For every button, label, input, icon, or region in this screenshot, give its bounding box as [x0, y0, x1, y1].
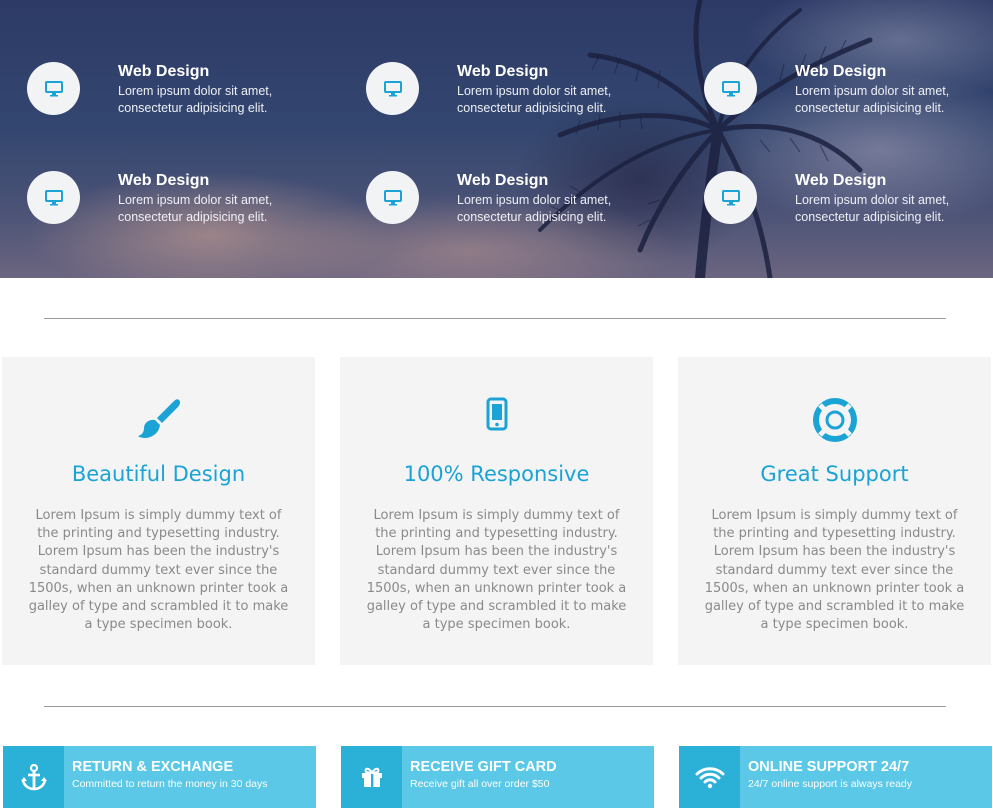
promo-title: RECEIVE GIFT CARD — [410, 759, 557, 775]
feature-icon-circle — [366, 171, 419, 224]
feature-icon-circle — [704, 171, 757, 224]
feature-description: Lorem ipsum dolor sit amet, consectetur … — [457, 193, 612, 224]
feature-icon-circle — [366, 62, 419, 115]
card-beautiful-design: Beautiful Design Lorem Ipsum is simply d… — [2, 357, 315, 665]
promo-icon-box — [679, 746, 740, 808]
feature-title: Web Design — [118, 63, 210, 80]
monitor-icon — [721, 189, 740, 205]
feature-title: Web Design — [457, 172, 549, 189]
card-title: Great Support — [760, 462, 909, 486]
promo-return-exchange[interactable]: RETURN & EXCHANGE Committed to return th… — [3, 746, 316, 808]
promo-subtitle: Committed to return the money in 30 days — [72, 778, 268, 790]
wifi-icon — [695, 767, 724, 789]
life-ring-icon — [812, 398, 857, 442]
feature-icon-circle — [27, 62, 80, 115]
feature-description: Lorem ipsum dolor sit amet, consectetur … — [795, 193, 950, 224]
feature-web-design-1: Web Design Lorem ipsum dolor sit amet, c… — [27, 62, 327, 132]
feature-web-design-6: Web Design Lorem ipsum dolor sit amet, c… — [704, 171, 993, 241]
promo-subtitle: 24/7 online support is always ready — [748, 778, 913, 790]
feature-title: Web Design — [795, 172, 887, 189]
gift-icon — [361, 767, 382, 787]
section-divider — [44, 706, 946, 707]
feature-title: Web Design — [457, 63, 549, 80]
card-title: Beautiful Design — [71, 462, 246, 486]
feature-description: Lorem ipsum dolor sit amet, consectetur … — [457, 84, 612, 115]
mobile-phone-icon — [486, 397, 507, 431]
feature-description: Lorem ipsum dolor sit amet, consectetur … — [118, 84, 273, 115]
paintbrush-icon — [137, 399, 180, 438]
promo-title: RETURN & EXCHANGE — [72, 759, 234, 775]
monitor-icon — [44, 80, 63, 96]
monitor-icon — [383, 189, 402, 205]
feature-web-design-5: Web Design Lorem ipsum dolor sit amet, c… — [366, 171, 666, 241]
promo-title: ONLINE SUPPORT 24/7 — [748, 759, 910, 775]
feature-icon-circle — [27, 171, 80, 224]
feature-title: Web Design — [795, 63, 887, 80]
monitor-icon — [44, 189, 63, 205]
card-great-support: Great Support Lorem Ipsum is simply dumm… — [678, 357, 991, 665]
feature-web-design-2: Web Design Lorem ipsum dolor sit amet, c… — [366, 62, 666, 132]
monitor-icon — [721, 80, 740, 96]
feature-title: Web Design — [118, 172, 210, 189]
promo-subtitle: Receive gift all over order $50 — [410, 778, 550, 790]
feature-description: Lorem ipsum dolor sit amet, consectetur … — [118, 193, 273, 224]
card-text: Lorem Ipsum is simply dummy text of the … — [28, 508, 289, 633]
feature-web-design-3: Web Design Lorem ipsum dolor sit amet, c… — [704, 62, 993, 132]
promo-icon-box — [341, 746, 402, 808]
feature-web-design-4: Web Design Lorem ipsum dolor sit amet, c… — [27, 171, 327, 241]
promo-icon-box — [3, 746, 64, 808]
hero-banner: Web Design Lorem ipsum dolor sit amet, c… — [0, 0, 993, 278]
card-title: 100% Responsive — [403, 462, 590, 486]
card-text: Lorem Ipsum is simply dummy text of the … — [704, 508, 965, 633]
anchor-icon — [20, 763, 47, 791]
feature-description: Lorem ipsum dolor sit amet, consectetur … — [795, 84, 950, 115]
promo-gift-card[interactable]: RECEIVE GIFT CARD Receive gift all over … — [341, 746, 654, 808]
promo-online-support[interactable]: ONLINE SUPPORT 24/7 24/7 online support … — [679, 746, 992, 808]
feature-icon-circle — [704, 62, 757, 115]
section-divider — [44, 318, 946, 319]
card-text: Lorem Ipsum is simply dummy text of the … — [366, 508, 627, 633]
monitor-icon — [383, 80, 402, 96]
card-responsive: 100% Responsive Lorem Ipsum is simply du… — [340, 357, 653, 665]
